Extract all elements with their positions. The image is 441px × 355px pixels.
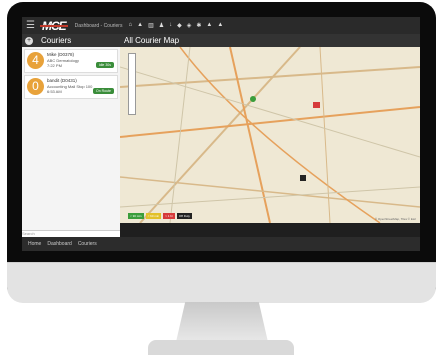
couriers-title: Couriers xyxy=(41,36,72,45)
breadcrumb-dashboard[interactable]: Dashboard xyxy=(47,241,71,247)
home-icon[interactable]: ⌂ xyxy=(128,22,132,29)
settings-icon[interactable]: ✱ xyxy=(196,22,201,29)
building-icon[interactable]: ▥ xyxy=(148,22,154,29)
map-panel: All Courier Map < 30 min < 60 min > 1 hr… xyxy=(120,34,420,237)
courier-time: 6:53 AM xyxy=(47,89,62,94)
legend-item: < 60 min xyxy=(145,213,162,219)
person-icon[interactable]: ♟ xyxy=(159,22,164,29)
top-breadcrumb: Dashboard - Couriers xyxy=(74,22,123,29)
map-attribution: © OpenStreetMap, Tiles © Esri xyxy=(374,217,416,221)
add-courier-icon[interactable]: + xyxy=(25,36,33,45)
app-screen: ☰ MCE Dashboard - Couriers ⌂ ▲ ▥ ♟ ↓ ◆ ◈… xyxy=(22,17,420,251)
courier-marker[interactable] xyxy=(250,96,256,102)
monitor-stand-neck xyxy=(176,302,268,342)
couriers-panel-header: + Couriers xyxy=(22,34,120,47)
legend-item: < 30 min xyxy=(128,213,144,219)
legend-item: > 1 hr xyxy=(163,213,175,219)
courier-name: Mike (D0378) xyxy=(47,52,75,57)
breadcrumb-couriers[interactable]: Couriers xyxy=(78,241,97,247)
toolbar-icons: ⌂ ▲ ▥ ♟ ↓ ◆ ◈ ✱ ▲ ▲ xyxy=(128,22,223,29)
search-input[interactable]: Search xyxy=(22,230,120,237)
pin-icon[interactable]: ↓ xyxy=(169,22,172,29)
users-icon[interactable]: ▲ xyxy=(206,22,212,29)
courier-time: 7:22 PM xyxy=(47,63,62,68)
courier-card[interactable]: 0 bandit (D0431) Accounting Mail Stop 10… xyxy=(24,75,118,99)
zoom-slider[interactable] xyxy=(128,53,136,115)
couriers-panel: + Couriers 4 Mike (D0378) ABC Dermatolog… xyxy=(22,34,120,251)
courier-card[interactable]: 4 Mike (D0378) ABC Dermatology 7:22 PM I… xyxy=(24,49,118,73)
user-plus-icon[interactable]: ▲ xyxy=(217,22,223,29)
courier-status: On Route xyxy=(93,88,114,94)
breadcrumb: Home Dashboard Couriers xyxy=(22,237,420,251)
courier-marker[interactable] xyxy=(300,175,306,181)
menu-icon[interactable]: ☰ xyxy=(26,20,38,31)
top-bar: ☰ MCE Dashboard - Couriers ⌂ ▲ ▥ ♟ ↓ ◆ ◈… xyxy=(22,17,420,34)
car-icon[interactable]: ◆ xyxy=(177,22,182,29)
courier-name: bandit (D0431) xyxy=(47,78,77,83)
legend-item: Off Duty xyxy=(176,213,192,219)
courier-count-badge: 0 xyxy=(27,78,44,95)
app-logo[interactable]: MCE xyxy=(40,19,68,33)
courier-marker[interactable] xyxy=(313,102,320,108)
courier-map[interactable]: < 30 min < 60 min > 1 hr Off Duty © Open… xyxy=(120,47,420,223)
user-icon[interactable]: ▲ xyxy=(137,22,143,29)
courier-status: Idle 30s xyxy=(95,62,114,68)
breadcrumb-home[interactable]: Home xyxy=(28,241,41,247)
monitor-chin xyxy=(7,262,436,303)
map-roads xyxy=(120,47,420,223)
map-title: All Courier Map xyxy=(120,34,420,47)
truck-icon[interactable]: ◈ xyxy=(187,22,192,29)
monitor-stand-base xyxy=(148,340,294,355)
courier-count-badge: 4 xyxy=(27,52,44,69)
map-legend: < 30 min < 60 min > 1 hr Off Duty xyxy=(128,213,192,219)
